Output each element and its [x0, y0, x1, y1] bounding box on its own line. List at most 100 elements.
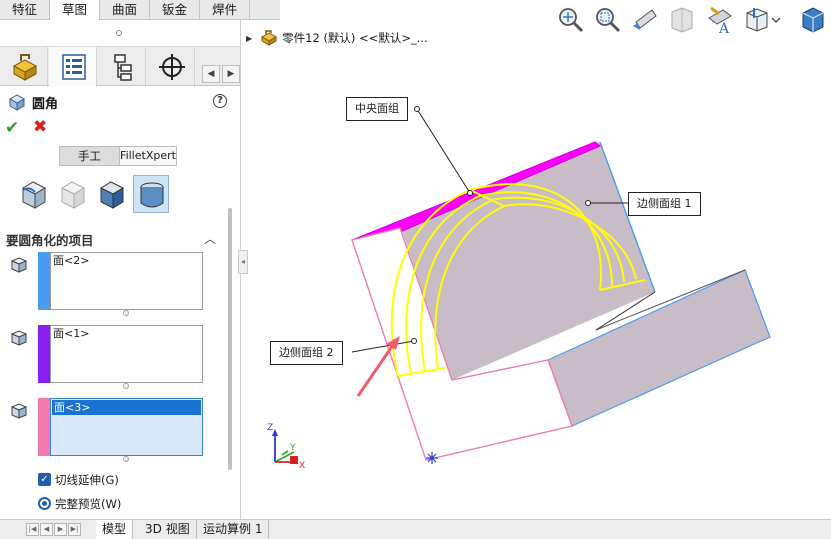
panel-scrollbar[interactable]: [228, 208, 232, 470]
filletxpert-mode-button[interactable]: FilletXpert: [120, 147, 176, 165]
feature-breadcrumb[interactable]: ▶ 零件12 (默认) <<默认>_...: [246, 29, 428, 47]
tab-sheet-metal[interactable]: 钣金: [150, 0, 201, 20]
tab-navigation: |◀ ◀ ▶ ▶|: [26, 523, 82, 537]
view-orientation-button[interactable]: A: [705, 4, 735, 36]
last-tab-icon[interactable]: ▶|: [68, 523, 81, 536]
center-face-set-row: 面<1>: [8, 325, 203, 387]
fillet-mode-toggle: 手工 FilletXpert: [59, 146, 177, 166]
resize-grip-icon[interactable]: [123, 310, 129, 316]
full-round-fillet-icon: [140, 182, 164, 208]
checkbox-checked-icon[interactable]: ✓: [38, 473, 51, 486]
previous-tab-icon[interactable]: ◀: [40, 523, 53, 536]
face-fillet-button[interactable]: [94, 175, 130, 213]
manager-tabs: ◀ ▶: [0, 46, 240, 87]
help-icon[interactable]: ?: [213, 94, 227, 108]
center-face-set-callout[interactable]: 中央面组: [346, 97, 408, 121]
center-face-set-list[interactable]: 面<1>: [50, 325, 203, 383]
dimxpert-manager-tab[interactable]: [147, 47, 195, 87]
page-title: 圆角: [32, 97, 59, 112]
configuration-manager-tab[interactable]: [98, 47, 146, 87]
face-select-icon: [10, 257, 28, 273]
tab-features[interactable]: 特征: [0, 0, 51, 20]
property-manager-tab[interactable]: [49, 47, 97, 87]
display-mode-button[interactable]: [799, 4, 829, 36]
variable-fillet-button[interactable]: [55, 175, 91, 213]
scroll-right-icon[interactable]: ▶: [222, 65, 240, 83]
zoom-to-fit-button[interactable]: [555, 4, 585, 36]
zoom-area-icon: [596, 8, 621, 33]
triad-z-label: Z: [267, 423, 273, 433]
radio-selected-icon[interactable]: [38, 497, 51, 510]
display-style-icon: [746, 8, 781, 32]
list-item[interactable]: 面<1>: [51, 326, 202, 341]
tab-model[interactable]: 模型: [96, 520, 134, 539]
resize-grip-icon[interactable]: [123, 383, 129, 389]
property-manager-header: 圆角 ?: [8, 92, 233, 112]
heads-up-view-toolbar: A: [555, 4, 831, 38]
fillet-feature-icon: [8, 94, 26, 111]
face-select-icon: [10, 330, 28, 346]
first-tab-icon[interactable]: |◀: [26, 523, 39, 536]
pane-grip-icon[interactable]: [116, 30, 122, 36]
panel-splitter-handle[interactable]: ◂: [238, 250, 248, 274]
tab-weldments[interactable]: 焊件: [200, 0, 251, 20]
constant-fillet-button[interactable]: [16, 175, 52, 213]
tab-motion-study[interactable]: 运动算例 1: [197, 520, 270, 539]
face-select-icon: [10, 403, 28, 419]
expand-arrow-icon[interactable]: ▶: [246, 34, 252, 43]
side-face-set-2-callout[interactable]: 边侧面组 2: [270, 341, 343, 365]
constant-fillet-icon: [21, 181, 47, 209]
view-orientation-icon: A: [708, 6, 732, 36]
ok-icon[interactable]: ✔: [5, 118, 19, 138]
zoom-to-fit-icon: [559, 8, 584, 33]
command-manager-tabs: 特征 草图 曲面 钣金 焊件: [0, 0, 280, 20]
side-face-set-1-row: 面<2>: [8, 252, 203, 314]
side-face-set-1-callout[interactable]: 边侧面组 1: [628, 192, 701, 216]
selection-color-swatch: [38, 398, 50, 456]
side-face-set-2-list[interactable]: 面<3>: [50, 398, 203, 456]
part-name: 零件12 (默认) <<默认>_...: [282, 31, 428, 45]
bottom-tab-bar: |◀ ◀ ▶ ▶| 模型 3D 视图 运动算例 1: [0, 519, 831, 539]
manager-tab-scroll: ◀ ▶: [200, 65, 240, 85]
shaded-display-icon: [802, 7, 824, 33]
list-item[interactable]: 面<3>: [52, 400, 201, 415]
resize-grip-icon[interactable]: [123, 456, 129, 462]
face-fillet-icon: [99, 181, 125, 209]
full-round-fillet-button[interactable]: [133, 175, 169, 213]
scroll-left-icon[interactable]: ◀: [202, 65, 220, 83]
triad-x-label: X: [299, 461, 305, 471]
previous-view-button[interactable]: [630, 4, 660, 36]
chevron-up-icon[interactable]: ︿: [204, 230, 216, 247]
fillet-type-group: [16, 175, 172, 215]
property-manager-panel: ◀ ▶ 圆角 ? ✔ ✖ 手工 FilletXpert 要圆角化的项目 ︿ 面<…: [0, 20, 241, 519]
svg-text:A: A: [718, 21, 730, 36]
graphics-viewport[interactable]: Z Y X: [249, 48, 831, 519]
full-preview-label: 完整预览(W): [55, 497, 122, 511]
tab-surfaces[interactable]: 曲面: [100, 0, 151, 20]
feature-manager-tab[interactable]: [0, 47, 48, 87]
property-list-icon: [62, 54, 86, 80]
cancel-icon[interactable]: ✖: [33, 117, 47, 137]
section-title: 要圆角化的项目: [6, 233, 94, 248]
zoom-to-area-button[interactable]: [592, 4, 622, 36]
selection-color-swatch: [38, 252, 50, 310]
selection-color-swatch: [38, 325, 50, 383]
items-to-fillet-header[interactable]: 要圆角化的项目 ︿: [6, 230, 216, 248]
manual-mode-button[interactable]: 手工: [60, 147, 120, 165]
crosshair-icon: [159, 54, 185, 80]
side-face-set-1-list[interactable]: 面<2>: [50, 252, 203, 310]
tangent-propagation-label: 切线延伸(G): [55, 473, 119, 487]
part-icon: [261, 30, 278, 46]
configuration-icon: [114, 54, 132, 81]
section-view-icon: [671, 7, 693, 33]
tab-3d-views[interactable]: 3D 视图: [139, 520, 197, 539]
tab-sketch[interactable]: 草图: [50, 0, 101, 20]
previous-view-icon: [633, 9, 657, 30]
solidworks-window: 特征 草图 曲面 钣金 焊件 ◀ ▶ 圆角 ? ✔ ✖ 手工 FilletXpe…: [0, 0, 831, 539]
display-style-button[interactable]: [743, 4, 781, 36]
feature-tree-icon: [12, 54, 38, 81]
list-item[interactable]: 面<2>: [51, 253, 202, 268]
section-view-button[interactable]: [667, 4, 697, 36]
side-face-set-2-row: 面<3>: [8, 398, 203, 460]
next-tab-icon[interactable]: ▶: [54, 523, 67, 536]
